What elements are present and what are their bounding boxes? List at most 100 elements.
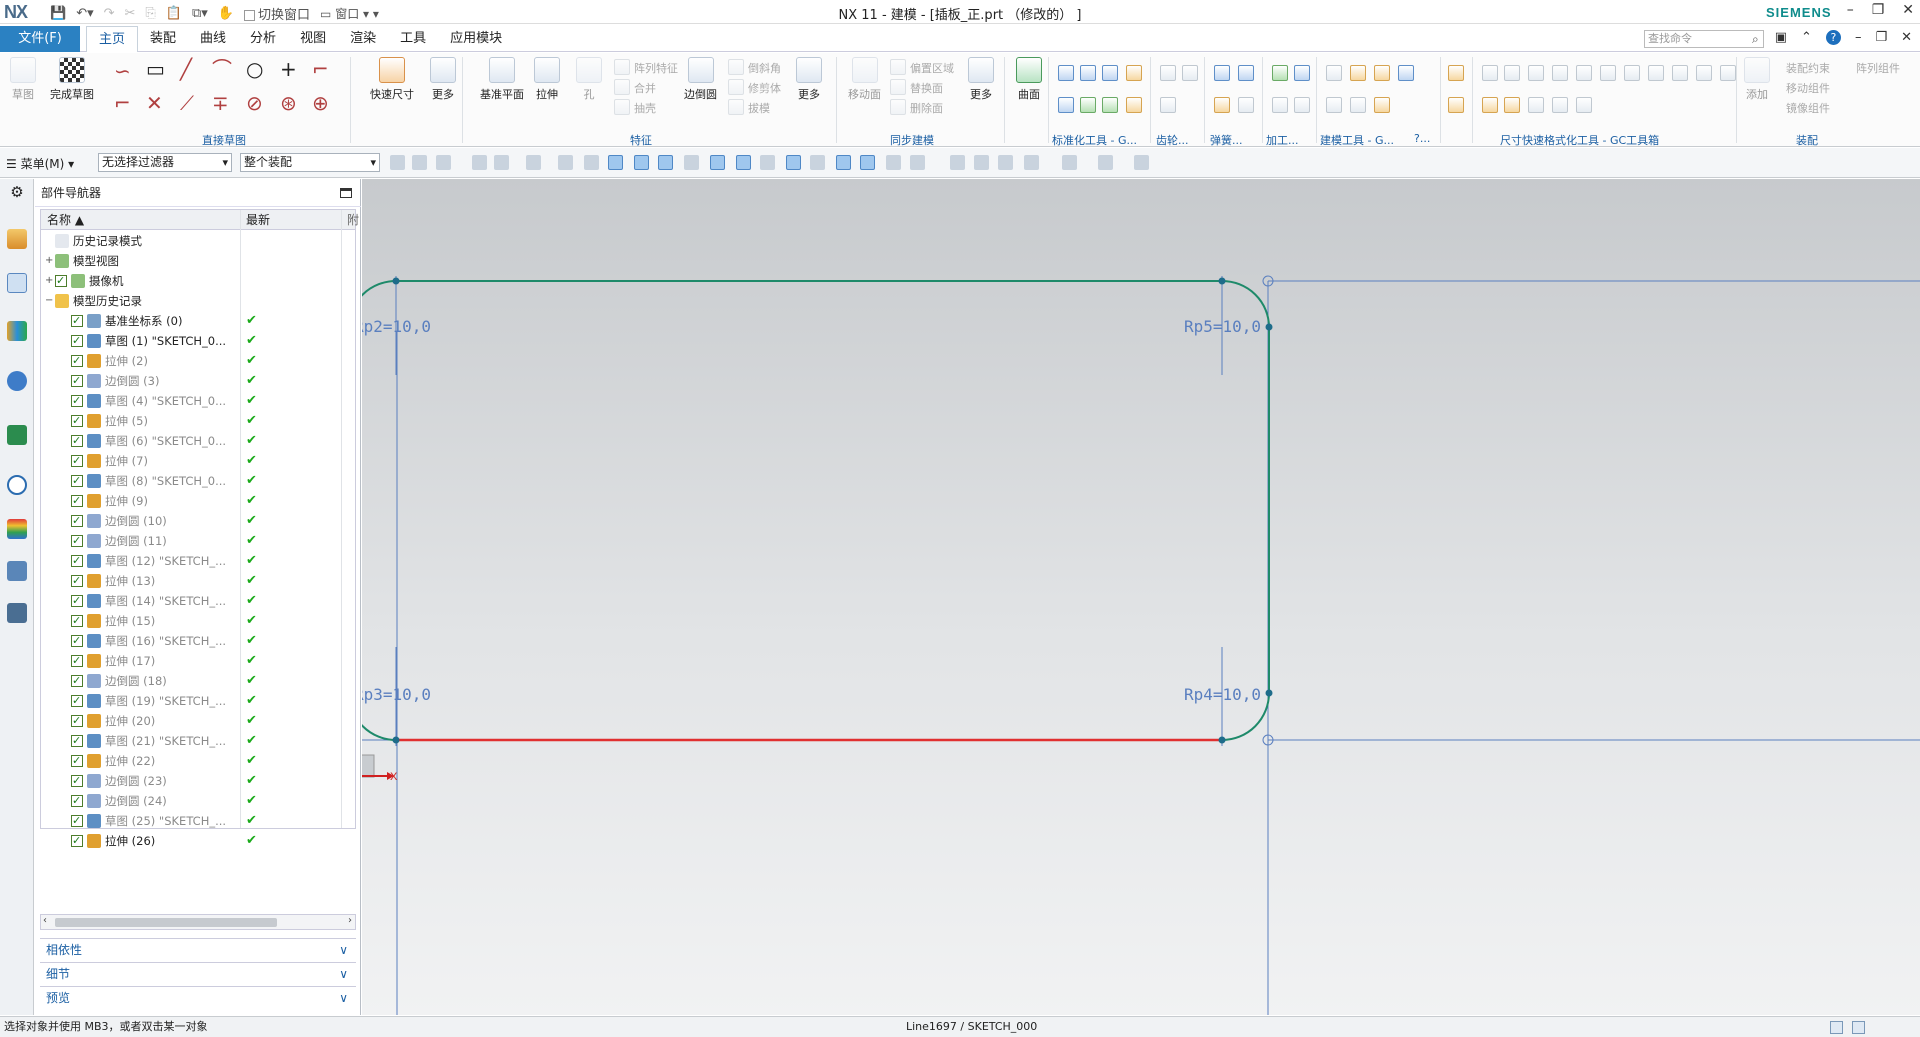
help-icon[interactable]: ? bbox=[1825, 30, 1841, 45]
visibility-checkbox[interactable] bbox=[71, 711, 83, 731]
checkbox[interactable] bbox=[55, 271, 67, 291]
edge-blend-button[interactable]: 边倒圆 bbox=[684, 57, 717, 102]
screen-icon[interactable]: ▣ bbox=[1775, 30, 1787, 45]
visibility-checkbox[interactable] bbox=[71, 691, 83, 711]
panel-details[interactable]: 细节 ∨ bbox=[40, 962, 356, 984]
quick-extend-icon[interactable]: ⟋ bbox=[180, 93, 194, 113]
dim-fmt-14-icon[interactable] bbox=[1528, 97, 1544, 113]
dim-fmt-13-icon[interactable] bbox=[1504, 97, 1520, 113]
center-snap-icon[interactable] bbox=[786, 155, 801, 170]
visibility-checkbox[interactable] bbox=[71, 731, 83, 751]
tree-row[interactable]: ✔ 拉伸 (22) bbox=[41, 751, 355, 771]
dim-fmt-5-icon[interactable] bbox=[1576, 65, 1592, 81]
std-tool-2-icon[interactable] bbox=[1080, 65, 1096, 81]
body-select-icon[interactable] bbox=[584, 155, 599, 170]
scroll-thumb[interactable] bbox=[55, 918, 277, 927]
std-tool-7-icon[interactable] bbox=[1102, 97, 1118, 113]
circle-icon[interactable]: ○ bbox=[246, 59, 263, 79]
tree-row[interactable]: ✔ 拉伸 (2) bbox=[41, 351, 355, 371]
dim-fmt-12-icon[interactable] bbox=[1482, 97, 1498, 113]
tree-row[interactable]: ✔ 草图 (21) "SKETCH_... bbox=[41, 731, 355, 751]
expand-icon[interactable]: + bbox=[45, 271, 54, 291]
command-search-input[interactable]: 查找命令 bbox=[1644, 30, 1764, 48]
tree-row[interactable]: + 摄像机 bbox=[41, 271, 355, 291]
rect-select-icon[interactable] bbox=[526, 155, 541, 170]
view-zoom-icon[interactable] bbox=[974, 155, 989, 170]
sketch-canvas[interactable]: Rp2=10,0 Rp5=10,0 Rp3=10,0 Rp4=10,0 X bbox=[362, 179, 1920, 1015]
search-icon[interactable]: ⌕ bbox=[1752, 32, 1759, 47]
make-corner-icon[interactable]: ∓ bbox=[212, 93, 229, 113]
settings-gear-icon[interactable]: ⚙ bbox=[7, 183, 27, 203]
tree-row[interactable]: ✔ 草图 (12) "SKETCH_... bbox=[41, 551, 355, 571]
dim-fmt-2-icon[interactable] bbox=[1504, 65, 1520, 81]
visibility-checkbox[interactable] bbox=[71, 391, 83, 411]
surface-button[interactable]: 曲面 bbox=[1016, 57, 1042, 102]
web-browser-icon[interactable] bbox=[7, 425, 27, 445]
point[interactable] bbox=[392, 736, 400, 744]
tree-row[interactable]: ✔ 草图 (14) "SKETCH_... bbox=[41, 591, 355, 611]
dim-rp5[interactable]: Rp5=10,0 bbox=[1184, 317, 1261, 336]
reuse-library-icon[interactable] bbox=[7, 321, 27, 341]
gear-tool-1-icon[interactable] bbox=[1160, 65, 1176, 81]
snap-tool-2-icon[interactable] bbox=[494, 155, 509, 170]
spring-tool-2-icon[interactable] bbox=[1238, 65, 1254, 81]
panel-dependencies[interactable]: 相依性 ∨ bbox=[40, 938, 356, 960]
dim-fmt-15-icon[interactable] bbox=[1552, 97, 1568, 113]
intersect-snap-icon[interactable] bbox=[836, 155, 851, 170]
tree-row[interactable]: ✔ 草图 (25) "SKETCH_... bbox=[41, 811, 355, 831]
visibility-checkbox[interactable] bbox=[71, 371, 83, 391]
more-sync-button[interactable]: 更多 bbox=[968, 57, 994, 102]
pattern-feature-button[interactable]: 阵列特征 bbox=[634, 60, 678, 76]
tree-row[interactable]: ✔ 边倒圆 (23) bbox=[41, 771, 355, 791]
pattern-component-button[interactable]: 镜像组件 bbox=[1786, 100, 1830, 116]
doc-restore-icon[interactable]: ❐ bbox=[1875, 30, 1887, 45]
panel-preview[interactable]: 预览 ∨ bbox=[40, 986, 356, 1008]
machining-tool-1-icon[interactable] bbox=[1272, 65, 1288, 81]
tangent-snap-icon[interactable] bbox=[860, 155, 875, 170]
tree-row[interactable]: ✔ 草图 (16) "SKETCH_... bbox=[41, 631, 355, 651]
doc-minimize-icon[interactable]: – bbox=[1855, 30, 1862, 45]
spring-tool-1-icon[interactable] bbox=[1214, 65, 1230, 81]
shell-button[interactable]: 抽壳 bbox=[634, 100, 656, 116]
arc-icon[interactable]: ⌒ bbox=[212, 59, 232, 79]
scroll-left-icon[interactable]: ‹ bbox=[43, 915, 47, 926]
line-icon[interactable]: ╱ bbox=[180, 59, 192, 79]
point[interactable] bbox=[1265, 323, 1273, 331]
tree-row[interactable]: ✔ 基准坐标系 (0) bbox=[41, 311, 355, 331]
move-face-button[interactable]: 移动面 bbox=[848, 57, 881, 102]
spring-tool-4-icon[interactable] bbox=[1238, 97, 1254, 113]
file-menu-button[interactable]: 文件(F) bbox=[0, 26, 80, 52]
machining-tool-4-icon[interactable] bbox=[1294, 97, 1310, 113]
offset-region-button[interactable]: 偏置区域 bbox=[910, 60, 954, 76]
tree-row[interactable]: − 模型历史记录 bbox=[41, 291, 355, 311]
visibility-checkbox[interactable] bbox=[71, 611, 83, 631]
tab-home[interactable]: 主页 bbox=[86, 26, 139, 52]
collapse-ribbon-icon[interactable]: ⌃ bbox=[1801, 30, 1812, 45]
visibility-checkbox[interactable] bbox=[71, 491, 83, 511]
visibility-checkbox[interactable] bbox=[71, 311, 83, 331]
quadrant-snap-icon[interactable] bbox=[810, 155, 825, 170]
solid-select-icon[interactable] bbox=[558, 155, 573, 170]
trim-body-button[interactable]: 修剪体 bbox=[748, 80, 781, 96]
draft-button[interactable]: 拔模 bbox=[748, 100, 770, 116]
close-icon[interactable]: ✕ bbox=[1902, 2, 1914, 18]
dim-fmt-7-icon[interactable] bbox=[1624, 65, 1640, 81]
dim-tool-2-icon[interactable] bbox=[1448, 97, 1464, 113]
roles-icon[interactable] bbox=[7, 603, 27, 623]
visibility-checkbox[interactable] bbox=[71, 671, 83, 691]
move-component-button[interactable]: 移动组件 bbox=[1786, 80, 1830, 96]
arc-select-icon[interactable] bbox=[684, 155, 699, 170]
minimize-icon[interactable]: – bbox=[1847, 2, 1854, 18]
dim-fmt-3-icon[interactable] bbox=[1528, 65, 1544, 81]
tab-tools[interactable]: 工具 bbox=[388, 26, 438, 52]
view-layout-icon[interactable] bbox=[1024, 155, 1039, 170]
tab-analysis[interactable]: 分析 bbox=[238, 26, 288, 52]
point-icon[interactable]: + bbox=[280, 59, 297, 79]
scroll-right-icon[interactable]: › bbox=[348, 915, 352, 926]
dim-rp2[interactable]: Rp2=10,0 bbox=[362, 317, 431, 336]
spring-tool-3-icon[interactable] bbox=[1214, 97, 1230, 113]
visibility-checkbox[interactable] bbox=[71, 591, 83, 611]
dim-rp4[interactable]: Rp4=10,0 bbox=[1184, 685, 1261, 704]
navigator-hscrollbar[interactable]: ‹ › bbox=[40, 914, 356, 930]
visibility-checkbox[interactable] bbox=[71, 751, 83, 771]
